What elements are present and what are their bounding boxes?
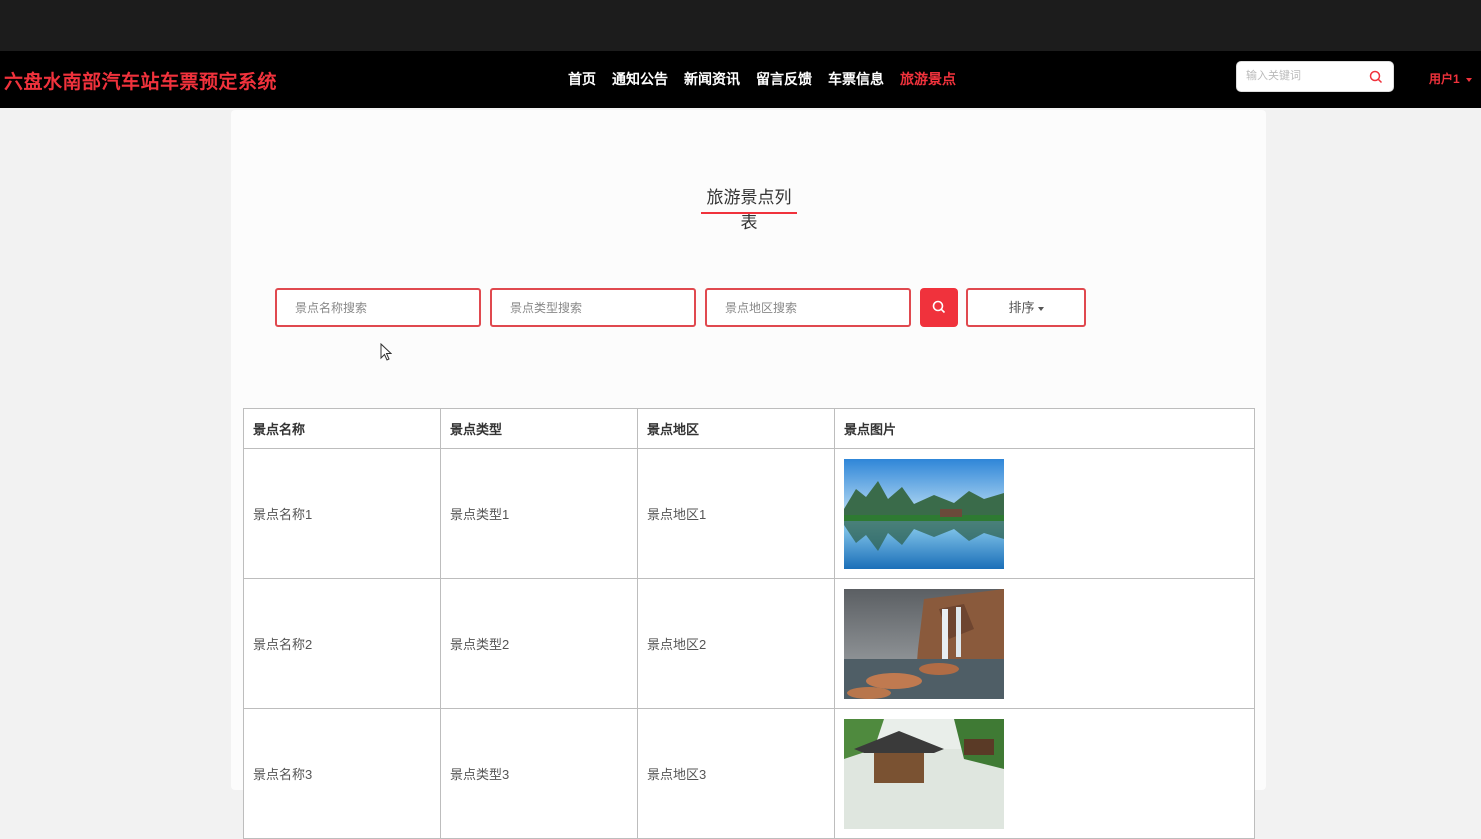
sort-dropdown-button[interactable]: 排序 (966, 288, 1086, 327)
spot-area-cell: 景点地区1 (637, 448, 835, 579)
header-search-box (1236, 61, 1394, 92)
column-header-image: 景点图片 (834, 408, 1255, 449)
chevron-down-icon (1465, 77, 1472, 82)
search-icon[interactable] (1369, 70, 1383, 84)
table-row[interactable]: 景点名称2 景点类型2 景点地区2 (243, 578, 1255, 709)
spot-area-search-field (705, 288, 911, 327)
spot-name-search-field (275, 288, 481, 327)
waterfall-photo[interactable] (844, 588, 1004, 699)
title-underline (701, 212, 797, 214)
nav-menu: 首页 通知公告 新闻资讯 留言反馈 车票信息 旅游景点 (568, 69, 972, 89)
site-navbar: 六盘水南部汽车站车票预定系统 首页 通知公告 新闻资讯 留言反馈 车票信息 旅游… (0, 51, 1481, 108)
sort-label: 排序 (1008, 300, 1035, 315)
user-name: 用户1 (1429, 72, 1460, 86)
nav-item-notices[interactable]: 通知公告 (612, 69, 668, 89)
spot-name-cell: 景点名称3 (243, 708, 441, 839)
nav-item-scenic-spots[interactable]: 旅游景点 (900, 69, 956, 89)
spot-name-cell: 景点名称1 (243, 448, 441, 579)
content-panel: 旅游景点列表 排序 景点名称 景点类型 景点地区 景点图片 景点名称1 (231, 110, 1266, 839)
search-button[interactable] (920, 288, 958, 327)
mouse-cursor-icon (380, 343, 392, 361)
lake-mountain-photo[interactable] (844, 458, 1004, 569)
nav-item-tickets[interactable]: 车票信息 (828, 69, 884, 89)
spot-type-cell: 景点类型2 (440, 578, 638, 709)
pavilion-photo[interactable] (844, 718, 1004, 829)
spot-type-search-input[interactable] (508, 300, 682, 316)
chevron-down-icon (1037, 306, 1044, 311)
nav-item-news[interactable]: 新闻资讯 (684, 69, 740, 89)
nav-item-home[interactable]: 首页 (568, 69, 596, 89)
spot-area-cell: 景点地区3 (637, 708, 835, 839)
spot-image-cell (834, 708, 1255, 839)
column-header-area: 景点地区 (637, 408, 835, 449)
table-row[interactable]: 景点名称1 景点类型1 景点地区1 (243, 448, 1255, 579)
spot-image-cell (834, 578, 1255, 709)
table-row[interactable]: 景点名称3 景点类型3 景点地区3 (243, 708, 1255, 839)
spot-name-cell: 景点名称2 (243, 578, 441, 709)
table-header-row: 景点名称 景点类型 景点地区 景点图片 (243, 408, 1255, 449)
header-search-input[interactable] (1244, 69, 1366, 83)
scenic-spot-table: 景点名称 景点类型 景点地区 景点图片 景点名称1 景点类型1 景点地区1 景点… (243, 408, 1255, 839)
page-title: 旅游景点列表 (706, 188, 792, 232)
browser-top-bar (0, 0, 1481, 51)
spot-type-cell: 景点类型1 (440, 448, 638, 579)
spot-image-cell (834, 448, 1255, 579)
spot-name-search-input[interactable] (293, 300, 467, 316)
search-icon (932, 300, 946, 314)
column-header-type: 景点类型 (440, 408, 638, 449)
nav-item-feedback[interactable]: 留言反馈 (756, 69, 812, 89)
column-header-name: 景点名称 (243, 408, 441, 449)
spot-area-search-input[interactable] (723, 300, 897, 316)
spot-type-search-field (490, 288, 696, 327)
spot-area-cell: 景点地区2 (637, 578, 835, 709)
spot-type-cell: 景点类型3 (440, 708, 638, 839)
site-brand[interactable]: 六盘水南部汽车站车票预定系统 (4, 67, 277, 94)
user-menu[interactable]: 用户1 (1429, 70, 1472, 87)
